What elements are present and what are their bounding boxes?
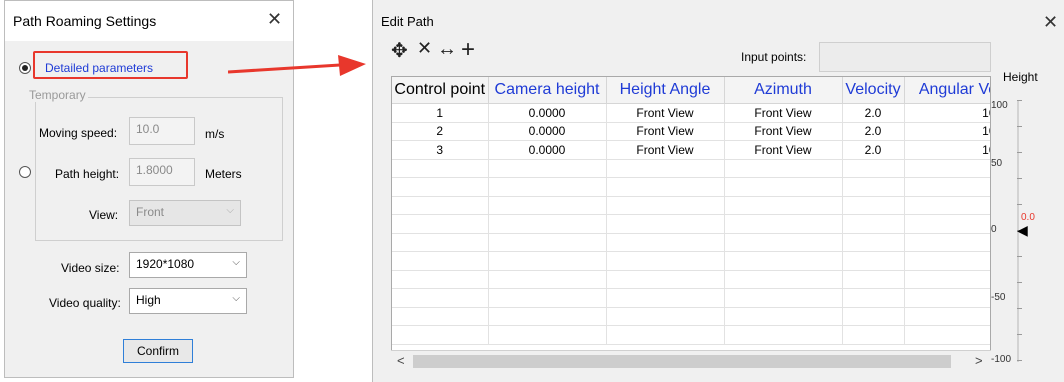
video-quality-value: High bbox=[136, 293, 161, 307]
move-icon[interactable]: ✥ bbox=[391, 38, 408, 63]
delete-icon[interactable]: ✕ bbox=[417, 38, 432, 59]
view-select[interactable]: Front ⌵ bbox=[129, 200, 241, 226]
moving-speed-unit: m/s bbox=[205, 127, 225, 141]
slider-tick bbox=[1017, 360, 1022, 361]
table-cell[interactable]: 2.0 bbox=[842, 103, 905, 123]
slider-tick bbox=[1017, 256, 1022, 257]
video-quality-label: Video quality: bbox=[49, 296, 121, 310]
table-row bbox=[392, 159, 990, 178]
table-cell[interactable]: 2 bbox=[392, 122, 489, 141]
table-cell[interactable]: 2.0 bbox=[842, 122, 905, 141]
table-cell[interactable]: 3 bbox=[392, 140, 489, 160]
table-cell[interactable]: 0.0000 bbox=[488, 103, 607, 123]
slider-pointer-icon[interactable]: ◀ bbox=[1017, 222, 1028, 239]
table-cell[interactable]: 10.0 bbox=[904, 140, 990, 160]
table-row bbox=[392, 214, 990, 234]
table-cell[interactable]: Front View bbox=[724, 122, 843, 141]
slider-tick bbox=[1017, 334, 1022, 335]
slider-tick bbox=[1017, 204, 1022, 205]
temporary-label: Temporary bbox=[27, 88, 88, 102]
table-cell[interactable]: Front View bbox=[724, 140, 843, 160]
tick-label: -100 bbox=[991, 354, 1012, 365]
view-label: View: bbox=[89, 208, 119, 222]
detailed-parameters-radio[interactable] bbox=[19, 62, 31, 74]
table-row bbox=[392, 307, 990, 326]
table-cell[interactable]: Front View bbox=[606, 103, 725, 123]
table-cell[interactable]: 2.0 bbox=[842, 140, 905, 160]
path-height-label: Path height: bbox=[55, 167, 120, 181]
tick-label: 0 bbox=[991, 224, 997, 235]
table-cell[interactable]: 10.0 bbox=[904, 122, 990, 141]
confirm-button[interactable]: Confirm bbox=[123, 339, 193, 363]
table-row bbox=[392, 177, 990, 197]
column-header[interactable]: Height Angle bbox=[606, 77, 725, 104]
video-size-select[interactable]: 1920*1080 ⌵ bbox=[129, 252, 247, 278]
table-cell[interactable]: 0.0000 bbox=[488, 140, 607, 160]
scroll-right-icon[interactable]: > bbox=[975, 353, 983, 368]
column-header[interactable]: Control point bbox=[392, 77, 489, 104]
table-cell[interactable]: Front View bbox=[606, 140, 725, 160]
table-row[interactable]: 3 0.0000 Front View Front View 2.0 10.0 bbox=[392, 140, 990, 160]
tick-label: -50 bbox=[991, 292, 1006, 303]
video-size-label: Video size: bbox=[61, 261, 120, 275]
horizontal-scrollbar[interactable]: < > bbox=[391, 350, 991, 372]
column-header[interactable]: Velocity bbox=[842, 77, 905, 104]
table-row bbox=[392, 270, 990, 289]
path-height-unit: Meters bbox=[205, 167, 242, 181]
detailed-parameters-label[interactable]: Detailed parameters bbox=[45, 61, 153, 75]
view-select-value: Front bbox=[136, 205, 165, 219]
slider-tick bbox=[1017, 100, 1022, 101]
title-bar: Path Roaming Settings ✕ bbox=[5, 1, 293, 41]
height-slider[interactable]: Height 100 50 0 -50 -100 0.0 ◀ bbox=[991, 64, 1047, 374]
slider-tick bbox=[1017, 178, 1022, 179]
table-row[interactable]: 2 0.0000 Front View Front View 2.0 10.0 bbox=[392, 122, 990, 141]
tick-label: 100 bbox=[991, 100, 1008, 111]
table-row bbox=[392, 251, 990, 271]
column-header[interactable]: Angular Ve bbox=[904, 77, 990, 104]
table-row bbox=[392, 233, 990, 252]
tick-label: 50 bbox=[991, 158, 1003, 169]
chevron-down-icon: ⌵ bbox=[226, 205, 234, 216]
path-table: Control point Camera height Height Angle… bbox=[391, 76, 991, 372]
chevron-down-icon: ⌵ bbox=[232, 293, 240, 304]
video-quality-select[interactable]: High ⌵ bbox=[129, 288, 247, 314]
slider-tick bbox=[1017, 152, 1022, 153]
table-cell[interactable]: Front View bbox=[724, 103, 843, 123]
table-cell[interactable]: 10.0 bbox=[904, 103, 990, 123]
slider-tick bbox=[1017, 308, 1022, 309]
edit-path-dialog: Edit Path ✕ ✥ ✕ ↔ + Input points: Contro… bbox=[372, 0, 1064, 382]
close-icon[interactable]: ✕ bbox=[1043, 12, 1058, 33]
moving-speed-label: Moving speed: bbox=[39, 126, 118, 140]
table-cell[interactable]: 1 bbox=[392, 103, 489, 123]
add-icon[interactable]: + bbox=[461, 36, 475, 64]
slider-tick bbox=[1017, 282, 1022, 283]
temporary-radio[interactable] bbox=[19, 166, 31, 178]
table-cell[interactable]: Front View bbox=[606, 122, 725, 141]
table-row bbox=[392, 325, 990, 345]
video-size-value: 1920*1080 bbox=[136, 257, 195, 271]
moving-speed-field[interactable]: 10.0 bbox=[129, 117, 195, 145]
swap-icon[interactable]: ↔ bbox=[437, 38, 457, 61]
scrollbar-thumb[interactable] bbox=[413, 355, 951, 368]
dialog-title: Path Roaming Settings bbox=[13, 13, 157, 29]
column-header[interactable]: Camera height bbox=[488, 77, 607, 104]
chevron-down-icon: ⌵ bbox=[232, 257, 240, 268]
dialog-title: Edit Path bbox=[381, 14, 434, 29]
height-label: Height bbox=[1003, 70, 1038, 84]
table-header-row: Control point Camera height Height Angle… bbox=[392, 77, 990, 104]
table-cell[interactable]: 0.0000 bbox=[488, 122, 607, 141]
red-arrow-icon bbox=[228, 55, 366, 76]
path-height-field[interactable]: 1.8000 bbox=[129, 158, 195, 186]
table-row bbox=[392, 196, 990, 215]
column-header[interactable]: Azimuth bbox=[724, 77, 843, 104]
input-points-field[interactable] bbox=[819, 42, 991, 72]
table-row[interactable]: 1 0.0000 Front View Front View 2.0 10.0 bbox=[392, 103, 990, 123]
input-points-label: Input points: bbox=[741, 50, 807, 64]
scroll-left-icon[interactable]: < bbox=[397, 353, 405, 368]
slider-tick bbox=[1017, 126, 1022, 127]
close-icon[interactable]: ✕ bbox=[267, 9, 282, 30]
table-row bbox=[392, 288, 990, 308]
